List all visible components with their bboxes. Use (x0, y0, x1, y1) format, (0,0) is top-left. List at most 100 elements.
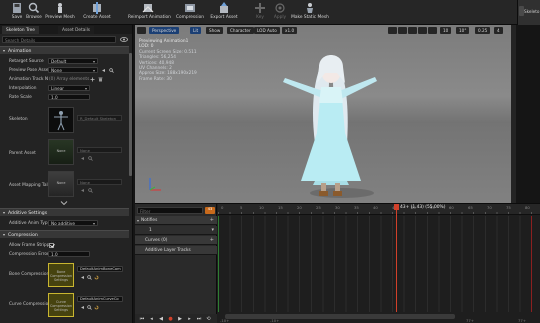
search-icon[interactable] (87, 275, 92, 280)
chevron-down-icon (3, 233, 5, 236)
additive-anim-type-row: Additive Anim Typ No additive (0, 219, 129, 227)
playback-speed-button[interactable]: x1.0 (282, 27, 298, 34)
skeleton-editor-tab[interactable]: Skeleto (517, 0, 540, 25)
reset-icon[interactable] (94, 305, 99, 310)
search-icon[interactable] (109, 67, 114, 73)
world-local-button[interactable] (418, 27, 427, 34)
curve-compression-thumbnail[interactable]: Curve Compression Settings (48, 293, 74, 317)
angle-snap-button[interactable]: 10° (456, 27, 470, 34)
step-forward-icon[interactable]: ▸ (187, 316, 193, 322)
arrow-left-icon[interactable] (101, 68, 106, 73)
play-icon[interactable]: ▶ (177, 316, 183, 322)
compression-icon (185, 4, 195, 12)
tab-asset-details[interactable]: Asset Details (58, 26, 95, 34)
perspective-button[interactable]: Perspective (149, 27, 180, 34)
parent-asset-combo[interactable]: None (77, 147, 122, 153)
asset-mapping-combo[interactable]: None (77, 179, 122, 185)
make-static-mesh-button[interactable]: Make Static Mesh (289, 1, 331, 24)
chevron-down-icon[interactable] (60, 201, 68, 205)
camera-speed-button[interactable]: 4 (494, 27, 503, 34)
chevron-down-icon[interactable]: ▾ (211, 227, 214, 233)
track-additive-layer[interactable]: Additive Layer Tracks (135, 246, 217, 255)
eye-icon[interactable] (120, 37, 128, 42)
section-animation[interactable]: Animation (0, 46, 129, 54)
record-icon[interactable]: ● (168, 316, 174, 322)
apply-icon (275, 3, 285, 13)
play-reverse-icon[interactable]: ◀ (158, 316, 164, 322)
add-icon[interactable]: + (210, 237, 214, 243)
preview-pose-combo[interactable]: None (48, 67, 98, 73)
search-icon[interactable] (88, 188, 93, 193)
details-panel: Skeleton Tree Asset Details Search Detai… (0, 25, 133, 323)
details-search-input[interactable]: Search Details (2, 36, 116, 43)
playhead-handle[interactable] (394, 204, 399, 210)
skip-back-icon[interactable]: ⏮ (139, 316, 145, 322)
playhead[interactable] (396, 204, 397, 312)
compression-error-input[interactable]: 1.0 (48, 251, 90, 257)
reset-icon[interactable] (94, 275, 99, 280)
allow-frame-stripping-checkbox[interactable] (49, 242, 54, 248)
details-scrollbar[interactable] (129, 53, 132, 176)
track-filter-input[interactable]: Filter (137, 207, 203, 214)
end-marker (531, 216, 532, 312)
arrow-left-icon[interactable] (80, 188, 85, 193)
bone-compression-thumbnail[interactable]: Bone Compression Settings (48, 263, 74, 287)
ruler-tick-label: 60 (449, 205, 454, 210)
surface-snap-button[interactable] (428, 27, 437, 34)
ruler-tick-label: 0 (221, 205, 224, 210)
section-additive-settings[interactable]: Additive Settings (0, 208, 129, 216)
track-curves[interactable]: Curves (0) + (135, 236, 217, 245)
lit-button[interactable]: Lit (190, 27, 202, 34)
create-asset-icon (93, 2, 101, 14)
reimport-animation-button[interactable]: Reimport Animation (128, 1, 171, 24)
trash-icon[interactable] (98, 77, 103, 82)
scale-snap-button[interactable]: 0.25 (475, 27, 491, 34)
chevron-down-icon (3, 49, 5, 52)
arrow-left-icon[interactable] (80, 305, 85, 310)
section-compression[interactable]: Compression (0, 230, 129, 238)
translate-mode-button[interactable] (388, 27, 397, 34)
skeleton-combo[interactable]: R_Default Skeleton (77, 115, 122, 121)
create-asset-button[interactable]: Create Asset (80, 1, 114, 24)
interpolation-combo[interactable]: Linear (48, 85, 90, 91)
compression-button[interactable]: Compression (172, 1, 208, 24)
preview-mesh-icon (58, 3, 62, 13)
ruler-tick-label: 25 (316, 205, 321, 210)
add-icon[interactable]: + (210, 217, 214, 223)
track-notify-1[interactable]: 1 ▾ (135, 226, 217, 235)
asset-mapping-thumbnail[interactable]: None (48, 171, 74, 197)
curve-compression-combo[interactable]: DefaultAnimCurveCo (77, 296, 123, 302)
preview-viewport[interactable]: Perspective Lit Show Character LOD Auto … (135, 25, 516, 203)
arrow-left-icon[interactable] (80, 275, 85, 280)
step-back-icon[interactable]: ◂ (149, 316, 155, 322)
bone-compression-combo[interactable]: DefaultAnimBoneCom (77, 266, 123, 272)
loop-icon[interactable]: ⟲ (206, 316, 212, 322)
axis-gizmo-icon (149, 178, 161, 191)
rate-scale-input[interactable]: 1.0 (48, 94, 90, 100)
arrow-left-icon[interactable] (80, 156, 85, 161)
allow-frame-stripping-row: Allow Frame Stripp (0, 241, 129, 249)
show-button[interactable]: Show (206, 27, 224, 34)
retarget-source-combo[interactable]: Default (48, 58, 98, 64)
parent-asset-thumbnail[interactable]: None (48, 139, 74, 165)
track-notifies[interactable]: Notifies + (135, 216, 217, 225)
search-icon[interactable] (88, 156, 93, 161)
additive-anim-type-combo[interactable]: No additive (48, 220, 98, 226)
grid-snap-button[interactable]: 10 (440, 27, 452, 34)
viewport-options-button[interactable] (137, 27, 146, 34)
skip-forward-icon[interactable]: ⏭ (196, 316, 202, 322)
add-icon[interactable] (90, 77, 95, 82)
lod-button[interactable]: LOD Auto (254, 27, 280, 34)
skeleton-thumbnail[interactable] (48, 107, 74, 133)
export-asset-button[interactable]: Export Asset (205, 1, 243, 24)
character-button[interactable]: Character (227, 27, 254, 34)
asset-mapping-row: Asset Mapping Tal None None (0, 169, 129, 199)
timeline-grid[interactable] (218, 216, 540, 312)
preview-mesh-button[interactable]: Preview Mesh (43, 1, 77, 24)
tab-skeleton-tree[interactable]: Skeleton Tree (2, 26, 39, 34)
character-model[interactable] (275, 43, 385, 203)
search-icon[interactable] (87, 305, 92, 310)
scale-mode-button[interactable] (408, 27, 417, 34)
rotate-mode-button[interactable] (398, 27, 407, 34)
export-icon (220, 2, 228, 13)
